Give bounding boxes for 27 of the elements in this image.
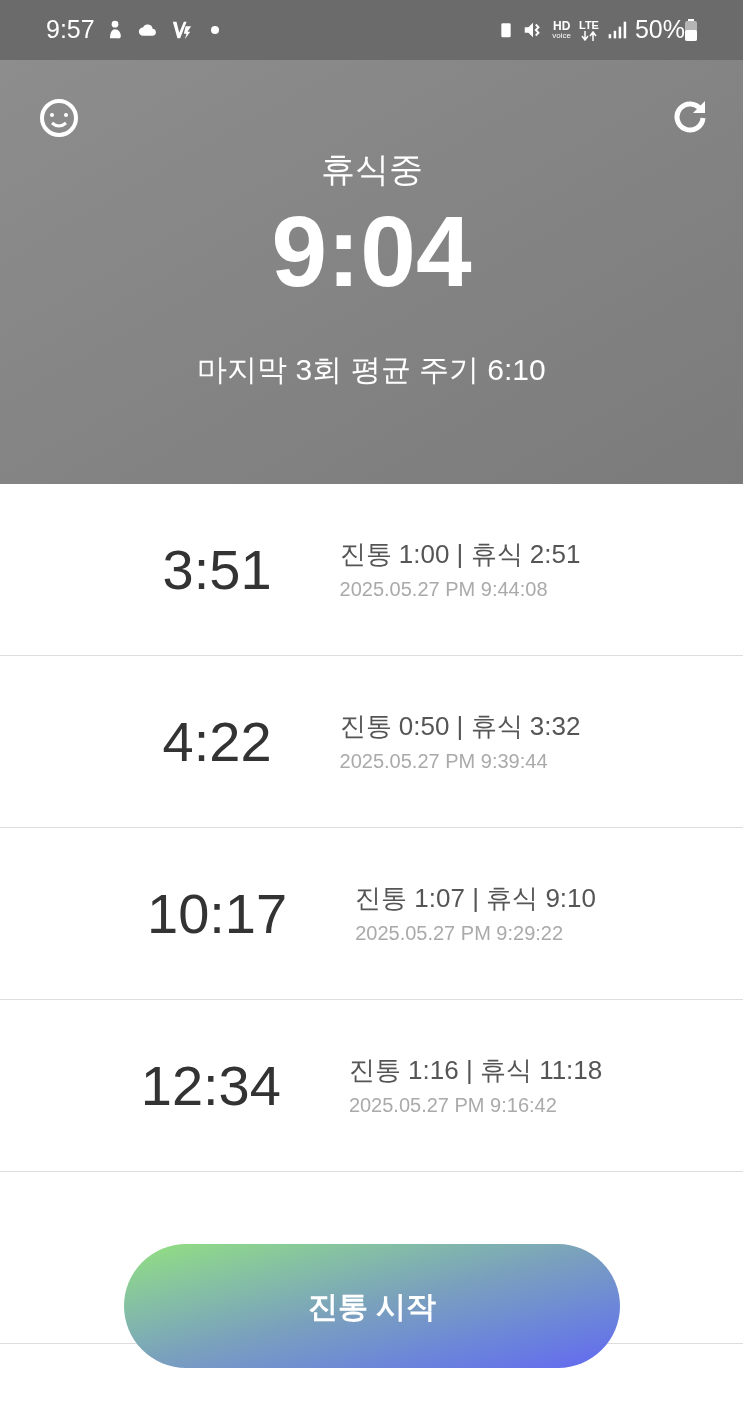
record-timestamp: 2025.05.27 PM 9:39:44 — [339, 749, 549, 774]
dot-icon — [210, 26, 219, 34]
refresh-icon[interactable] — [672, 98, 708, 134]
voice-label: voice — [552, 32, 571, 40]
status-label: 휴식중 — [320, 149, 423, 190]
contraction-summary: 진통 1:16 | 휴식 11:18 — [348, 1054, 603, 1087]
start-contraction-button[interactable]: 진통 시작 — [124, 1244, 620, 1368]
interval-time: 10:17 — [147, 880, 288, 947]
record-timestamp: 2025.05.27 PM 9:16:42 — [348, 1093, 558, 1118]
data-arrows-icon — [580, 30, 597, 41]
battery-icon — [685, 19, 697, 41]
record-timestamp: 2025.05.27 PM 9:29:22 — [355, 921, 565, 946]
interval-time: 12:34 — [140, 1052, 281, 1119]
lightning-icon — [170, 19, 193, 41]
timer: 9:04 — [271, 201, 472, 301]
interval-time: 3:51 — [162, 536, 272, 603]
signal-icon — [606, 20, 627, 40]
contraction-summary: 진통 1:07 | 휴식 9:10 — [355, 882, 596, 915]
contraction-summary: 진통 1:00 | 휴식 2:51 — [339, 538, 581, 571]
hd-label: HD — [552, 20, 571, 32]
lte-label: LTE — [579, 19, 599, 31]
clock: 9:57 — [46, 14, 95, 46]
battery-percentage: 50% — [634, 14, 685, 46]
record-timestamp: 2025.05.27 PM 9:44:08 — [339, 577, 549, 602]
interval-time: 4:22 — [162, 708, 272, 775]
average-cycle: 마지막 3회 평균 주기 6:10 — [197, 352, 546, 388]
contraction-summary: 진통 0:50 | 휴식 3:32 — [339, 710, 581, 743]
